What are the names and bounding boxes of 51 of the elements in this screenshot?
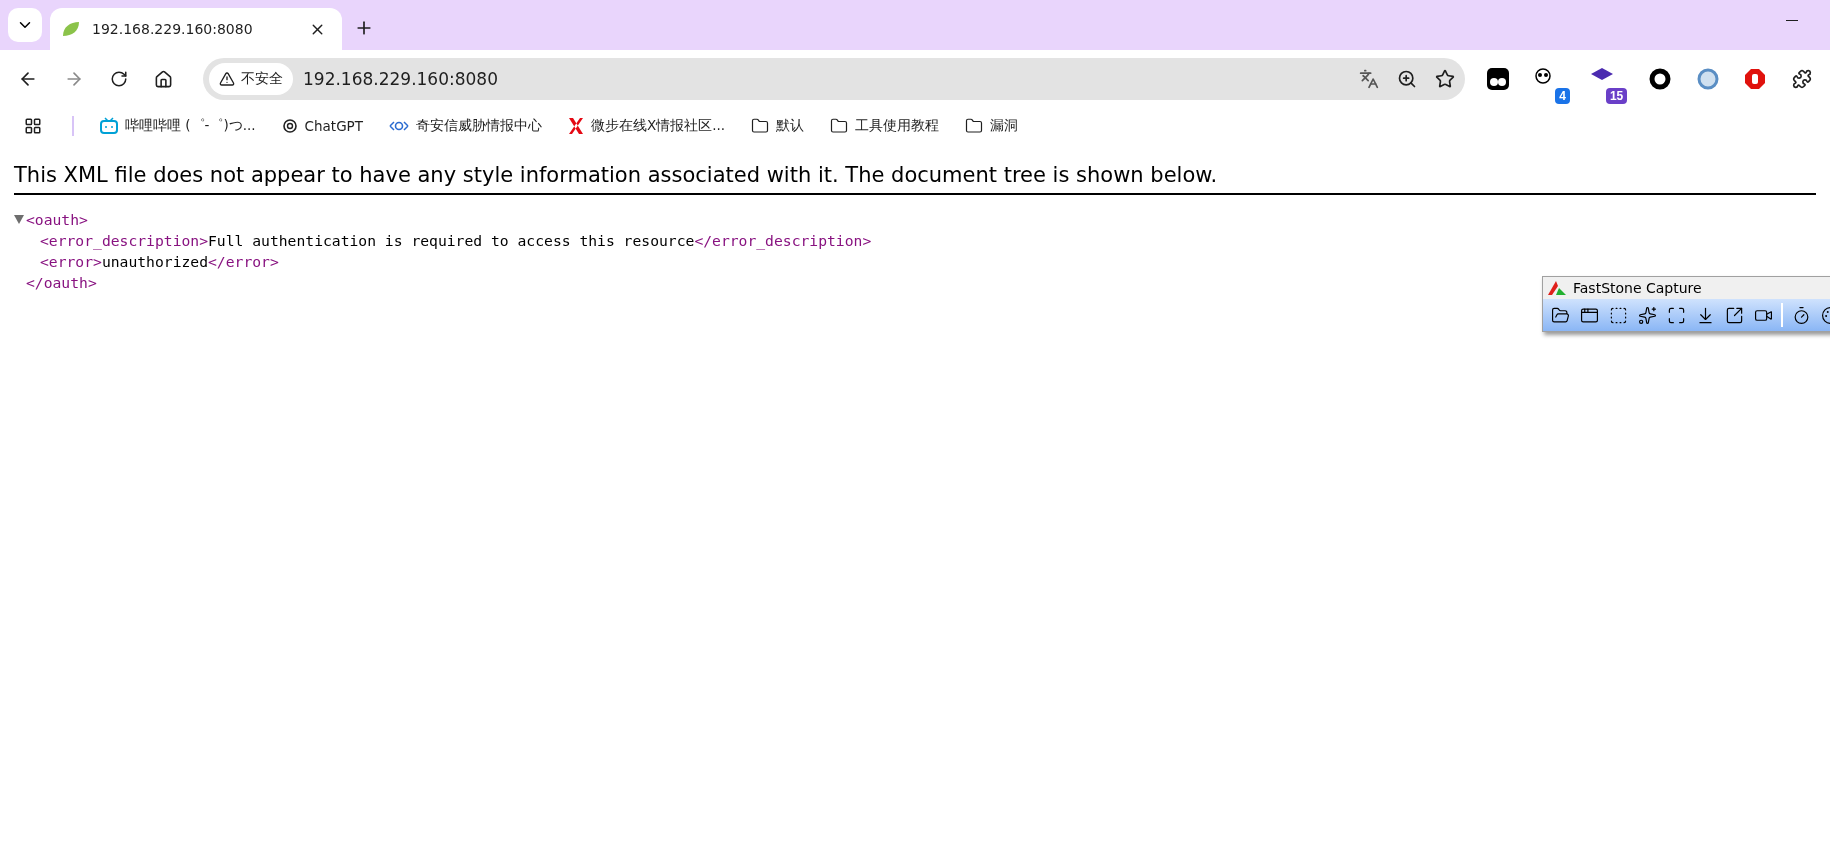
bookmark-link[interactable]: 漏洞 (965, 116, 1019, 135)
bookmark-link[interactable]: 哔哩哔哩 (゜-゜)つ... (100, 116, 256, 135)
home-icon (154, 69, 173, 89)
tv-icon (100, 116, 118, 135)
extension-button[interactable]: 15 (1587, 64, 1628, 104)
bookmark-link[interactable]: ChatGPT (281, 117, 363, 134)
ring-icon (1649, 68, 1672, 90)
star-shape-button[interactable] (1636, 304, 1658, 326)
puzzle-icon (1791, 69, 1812, 89)
xml-tag: </error> (208, 251, 279, 272)
dots-icon (1485, 67, 1510, 91)
folder-icon (751, 116, 770, 135)
address-bar[interactable]: 不安全 192.168.229.160:8080 (203, 58, 1465, 100)
security-chip[interactable]: 不安全 (209, 63, 293, 95)
dashed-rectangle-icon (1608, 305, 1628, 325)
xml-tag: </oauth> (26, 272, 97, 293)
star-shape-icon (1637, 305, 1657, 325)
tab-title: 192.168.229.160:8080 (92, 21, 254, 37)
xml-notice: This XML file does not appear to have any style information associated with it. The document tree is shown below. (14, 143, 1816, 195)
url-text: 192.168.229.160:8080 (303, 69, 499, 89)
leaf-icon (62, 21, 80, 37)
count-badge: 15 (1605, 88, 1628, 104)
xml-tag: <error> (40, 251, 102, 272)
x-logo-icon (568, 116, 584, 135)
bookmark-link[interactable]: 默认 (751, 116, 805, 135)
collapse-triangle-icon[interactable] (14, 215, 24, 224)
reload-icon (110, 70, 128, 88)
logo-icon (1547, 280, 1567, 296)
folder-icon (830, 116, 849, 135)
extension-button[interactable]: 4 (1530, 64, 1570, 104)
count-badge: 4 (1555, 88, 1570, 104)
zoom-in-icon (1396, 69, 1417, 89)
rectangle-arrow-icon (1724, 305, 1744, 325)
xml-tag: <error_description> (40, 230, 208, 251)
folder-icon (965, 116, 984, 135)
xml-tag: <oauth> (26, 209, 88, 230)
star-icon (1434, 69, 1455, 89)
bookmark-link[interactable]: 工具使用教程 (830, 116, 940, 135)
folder-icon (1550, 305, 1570, 325)
bookmark-link[interactable]: 微步在线X情报社区... (568, 116, 726, 135)
grid-icon (24, 116, 42, 135)
warning-icon (219, 71, 235, 87)
translate-icon (1358, 69, 1379, 89)
xml-tag: </error_description> (694, 230, 872, 251)
xml-text: unauthorized (101, 252, 209, 272)
browser-tab[interactable]: 192.168.229.160:8080 (50, 8, 342, 50)
window-title: FastStone Capture (1573, 280, 1702, 296)
xml-text: Full authentication is required to access this resource (208, 231, 695, 249)
minimize-icon (1786, 20, 1798, 21)
bookmark-link[interactable]: 奇安信威胁情报中心 (389, 116, 542, 135)
fullscreen-icon (1666, 305, 1686, 325)
